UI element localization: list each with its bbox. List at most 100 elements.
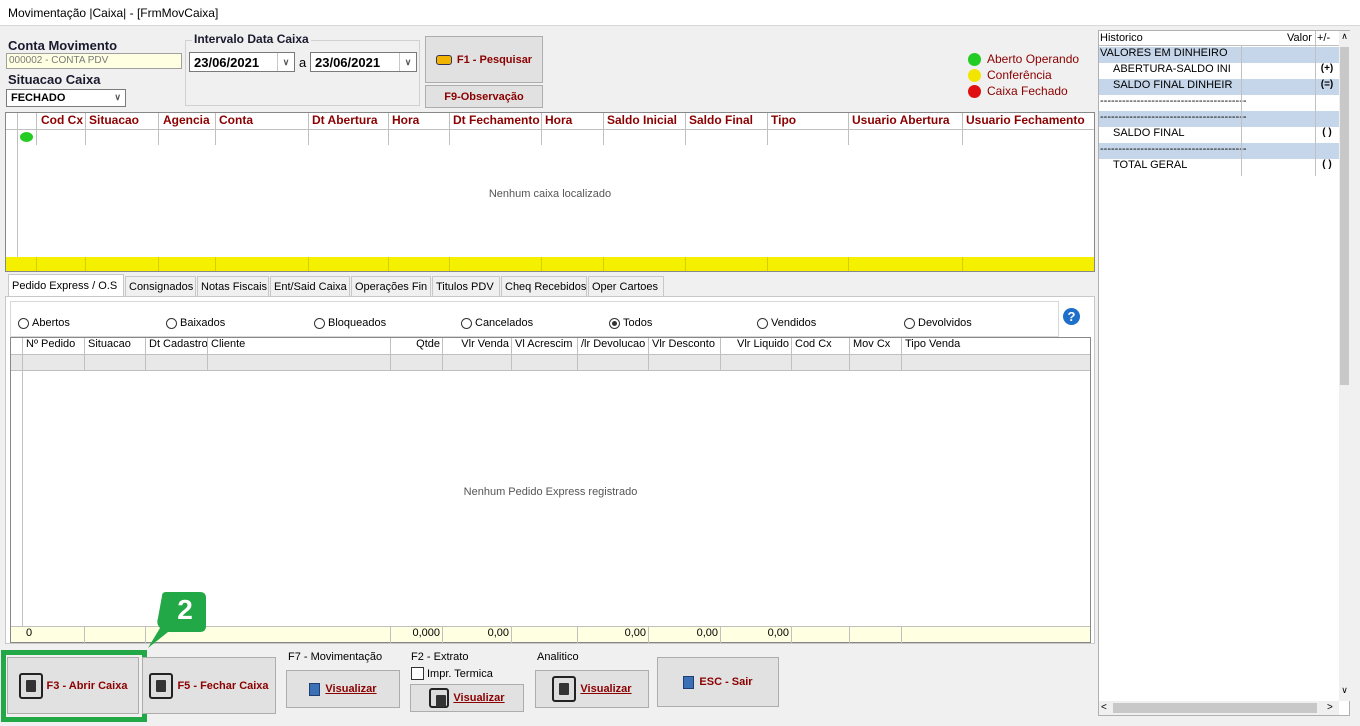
radio-circle xyxy=(609,317,620,329)
historico-header: Historico Valor +/- xyxy=(1099,31,1339,46)
abrir-caixa-button[interactable]: F3 - Abrir Caixa xyxy=(7,657,139,714)
caixa-grid-header: Cod Cx Situacao Agencia Conta Dt Abertur… xyxy=(6,113,1094,130)
tab-ent-said-caixa[interactable]: Ent/Said Caixa xyxy=(270,276,350,296)
col-sign[interactable]: +/- xyxy=(1317,32,1330,44)
date-from-picker[interactable]: 23/06/2021 ∨ xyxy=(189,52,295,72)
col-vl-acrescim[interactable]: Vl Acrescim xyxy=(512,338,578,355)
help-icon[interactable]: ? xyxy=(1063,308,1080,325)
tab-cheq-recebidos[interactable]: Cheq Recebidos xyxy=(501,276,587,296)
radio-bloqueados[interactable]: Bloqueados xyxy=(314,317,386,329)
situacao-select[interactable]: FECHADO ∨ xyxy=(6,89,126,107)
historico-row[interactable]: ---------------------------------------- xyxy=(1099,111,1339,127)
historico-text: ---------------------------------------- xyxy=(1100,111,1247,123)
historico-row[interactable]: SALDO FINAL DINHEIR (=) xyxy=(1099,79,1339,95)
radio-baixados[interactable]: Baixados xyxy=(166,317,225,329)
col-valor[interactable]: Valor xyxy=(1287,32,1312,44)
radio-circle xyxy=(314,317,325,329)
col-tipo[interactable]: Tipo xyxy=(768,113,796,129)
observacao-button[interactable]: F9-Observação xyxy=(425,85,543,108)
historico-row[interactable]: VALORES EM DINHEIRO xyxy=(1099,47,1339,63)
col-saldo-final[interactable]: Saldo Final xyxy=(686,113,753,129)
radio-vendidos[interactable]: Vendidos xyxy=(757,317,816,329)
col-hora-abertura[interactable]: Hora xyxy=(389,113,419,129)
scroll-thumb[interactable] xyxy=(1340,47,1349,385)
col-cod-cx[interactable]: Cod Cx xyxy=(38,113,83,129)
col-cliente[interactable]: Cliente xyxy=(208,338,391,355)
chevron-down-icon[interactable]: ∨ xyxy=(399,53,416,71)
tab-pedido-express[interactable]: Pedido Express / O.S xyxy=(8,274,124,296)
historico-sign: ( ) xyxy=(1322,127,1332,138)
historico-panel[interactable]: Historico Valor +/- VALORES EM DINHEIRO A… xyxy=(1098,30,1350,716)
caixa-grid[interactable]: Cod Cx Situacao Agencia Conta Dt Abertur… xyxy=(5,112,1095,272)
col-agencia[interactable]: Agencia xyxy=(160,113,210,129)
date-to-picker[interactable]: 23/06/2021 ∨ xyxy=(310,52,417,72)
col-dt-cadastro[interactable]: Dt Cadastro xyxy=(146,338,208,355)
col-usuario-fechamento[interactable]: Usuario Fechamento xyxy=(963,113,1085,129)
legend-label: Conferência xyxy=(987,68,1052,82)
col-vlr-desconto[interactable]: Vlr Desconto xyxy=(649,338,721,355)
conta-label: Conta Movimento xyxy=(8,38,118,53)
vertical-scrollbar[interactable]: ∧ ∨ xyxy=(1339,31,1350,701)
h-scroll-thumb[interactable] xyxy=(1113,703,1317,713)
radio-label: Todos xyxy=(623,317,653,329)
col-vlr-venda[interactable]: Vlr Venda xyxy=(443,338,512,355)
footer-vlr-venda: 0,00 xyxy=(487,627,509,639)
scroll-left-icon[interactable]: < xyxy=(1101,702,1107,713)
scroll-right-icon[interactable]: > xyxy=(1327,702,1333,713)
chevron-down-icon[interactable]: ∨ xyxy=(277,53,294,71)
radio-devolvidos[interactable]: Devolvidos xyxy=(904,317,972,329)
historico-row[interactable]: ABERTURA-SALDO INI (+) xyxy=(1099,63,1339,79)
radio-todos[interactable]: Todos xyxy=(609,317,652,329)
radio-label: Vendidos xyxy=(771,317,817,329)
col-tipo-venda[interactable]: Tipo Venda xyxy=(902,338,1082,355)
historico-row[interactable]: SALDO FINAL ( ) xyxy=(1099,127,1339,143)
tab-operacoes-fin[interactable]: Operações Fin xyxy=(351,276,431,296)
radio-abertos[interactable]: Abertos xyxy=(18,317,70,329)
scroll-up-icon[interactable]: ∧ xyxy=(1339,31,1350,43)
pedidos-filter-row[interactable] xyxy=(11,355,1090,371)
caixa-empty-message: Nenhum caixa localizado xyxy=(488,188,612,200)
historico-row[interactable]: ---------------------------------------- xyxy=(1099,95,1339,111)
col-num-pedido[interactable]: Nº Pedido xyxy=(23,338,85,355)
col-mov-cx[interactable]: Mov Cx xyxy=(850,338,902,355)
col-usuario-abertura[interactable]: Usuario Abertura xyxy=(849,113,950,129)
col-dt-fechamento[interactable]: Dt Fechamento xyxy=(450,113,540,129)
historico-sign xyxy=(1315,111,1339,127)
col-hora-fechamento[interactable]: Hora xyxy=(542,113,572,129)
radio-cancelados[interactable]: Cancelados xyxy=(461,317,533,329)
horizontal-scrollbar[interactable]: < > xyxy=(1099,701,1339,715)
col-saldo-inicial[interactable]: Saldo Inicial xyxy=(604,113,677,129)
col-situacao[interactable]: Situacao xyxy=(86,113,139,129)
movimentacao-visualizar-button[interactable]: Visualizar xyxy=(286,670,400,708)
col-cod-cx[interactable]: Cod Cx xyxy=(792,338,850,355)
col-qtde[interactable]: Qtde xyxy=(391,338,443,355)
fechar-caixa-button[interactable]: F5 - Fechar Caixa xyxy=(142,657,276,714)
col-vlr-liquido[interactable]: Vlr Liquido xyxy=(721,338,792,355)
radio-circle xyxy=(461,317,472,329)
analitico-label: Analitico xyxy=(537,651,579,663)
col-vlr-devolucao[interactable]: /lr Devolucao xyxy=(578,338,649,355)
scroll-down-icon[interactable]: ∨ xyxy=(1339,685,1350,697)
visualizar-label: Visualizar xyxy=(453,692,505,704)
impr-termica-checkbox[interactable]: Impr. Termica xyxy=(411,667,493,680)
tab-strip: Pedido Express / O.S Consignados Notas F… xyxy=(8,274,688,296)
historico-row[interactable]: ---------------------------------------- xyxy=(1099,143,1339,159)
safe-icon xyxy=(552,676,577,702)
situacao-label: Situacao Caixa xyxy=(8,72,101,87)
historico-row[interactable]: TOTAL GERAL ( ) xyxy=(1099,159,1339,175)
col-conta[interactable]: Conta xyxy=(216,113,253,129)
analitico-visualizar-button[interactable]: Visualizar xyxy=(535,670,649,708)
tab-notas-fiscais[interactable]: Notas Fiscais xyxy=(197,276,269,296)
tab-titulos-pdv[interactable]: Titulos PDV xyxy=(432,276,500,296)
col-dt-abertura[interactable]: Dt Abertura xyxy=(309,113,378,129)
extrato-visualizar-button[interactable]: Visualizar xyxy=(410,684,524,712)
conta-field[interactable]: 000002 - CONTA PDV xyxy=(6,53,182,69)
search-button[interactable]: F1 - Pesquisar xyxy=(425,36,543,83)
col-situacao[interactable]: Situacao xyxy=(85,338,146,355)
safe-icon xyxy=(18,672,43,699)
col-historico[interactable]: Historico xyxy=(1100,32,1143,44)
tab-consignados[interactable]: Consignados xyxy=(125,276,196,296)
sair-button[interactable]: ESC - Sair xyxy=(657,657,779,707)
tab-oper-cartoes[interactable]: Oper Cartoes xyxy=(588,276,664,296)
radio-label: Baixados xyxy=(180,317,226,329)
